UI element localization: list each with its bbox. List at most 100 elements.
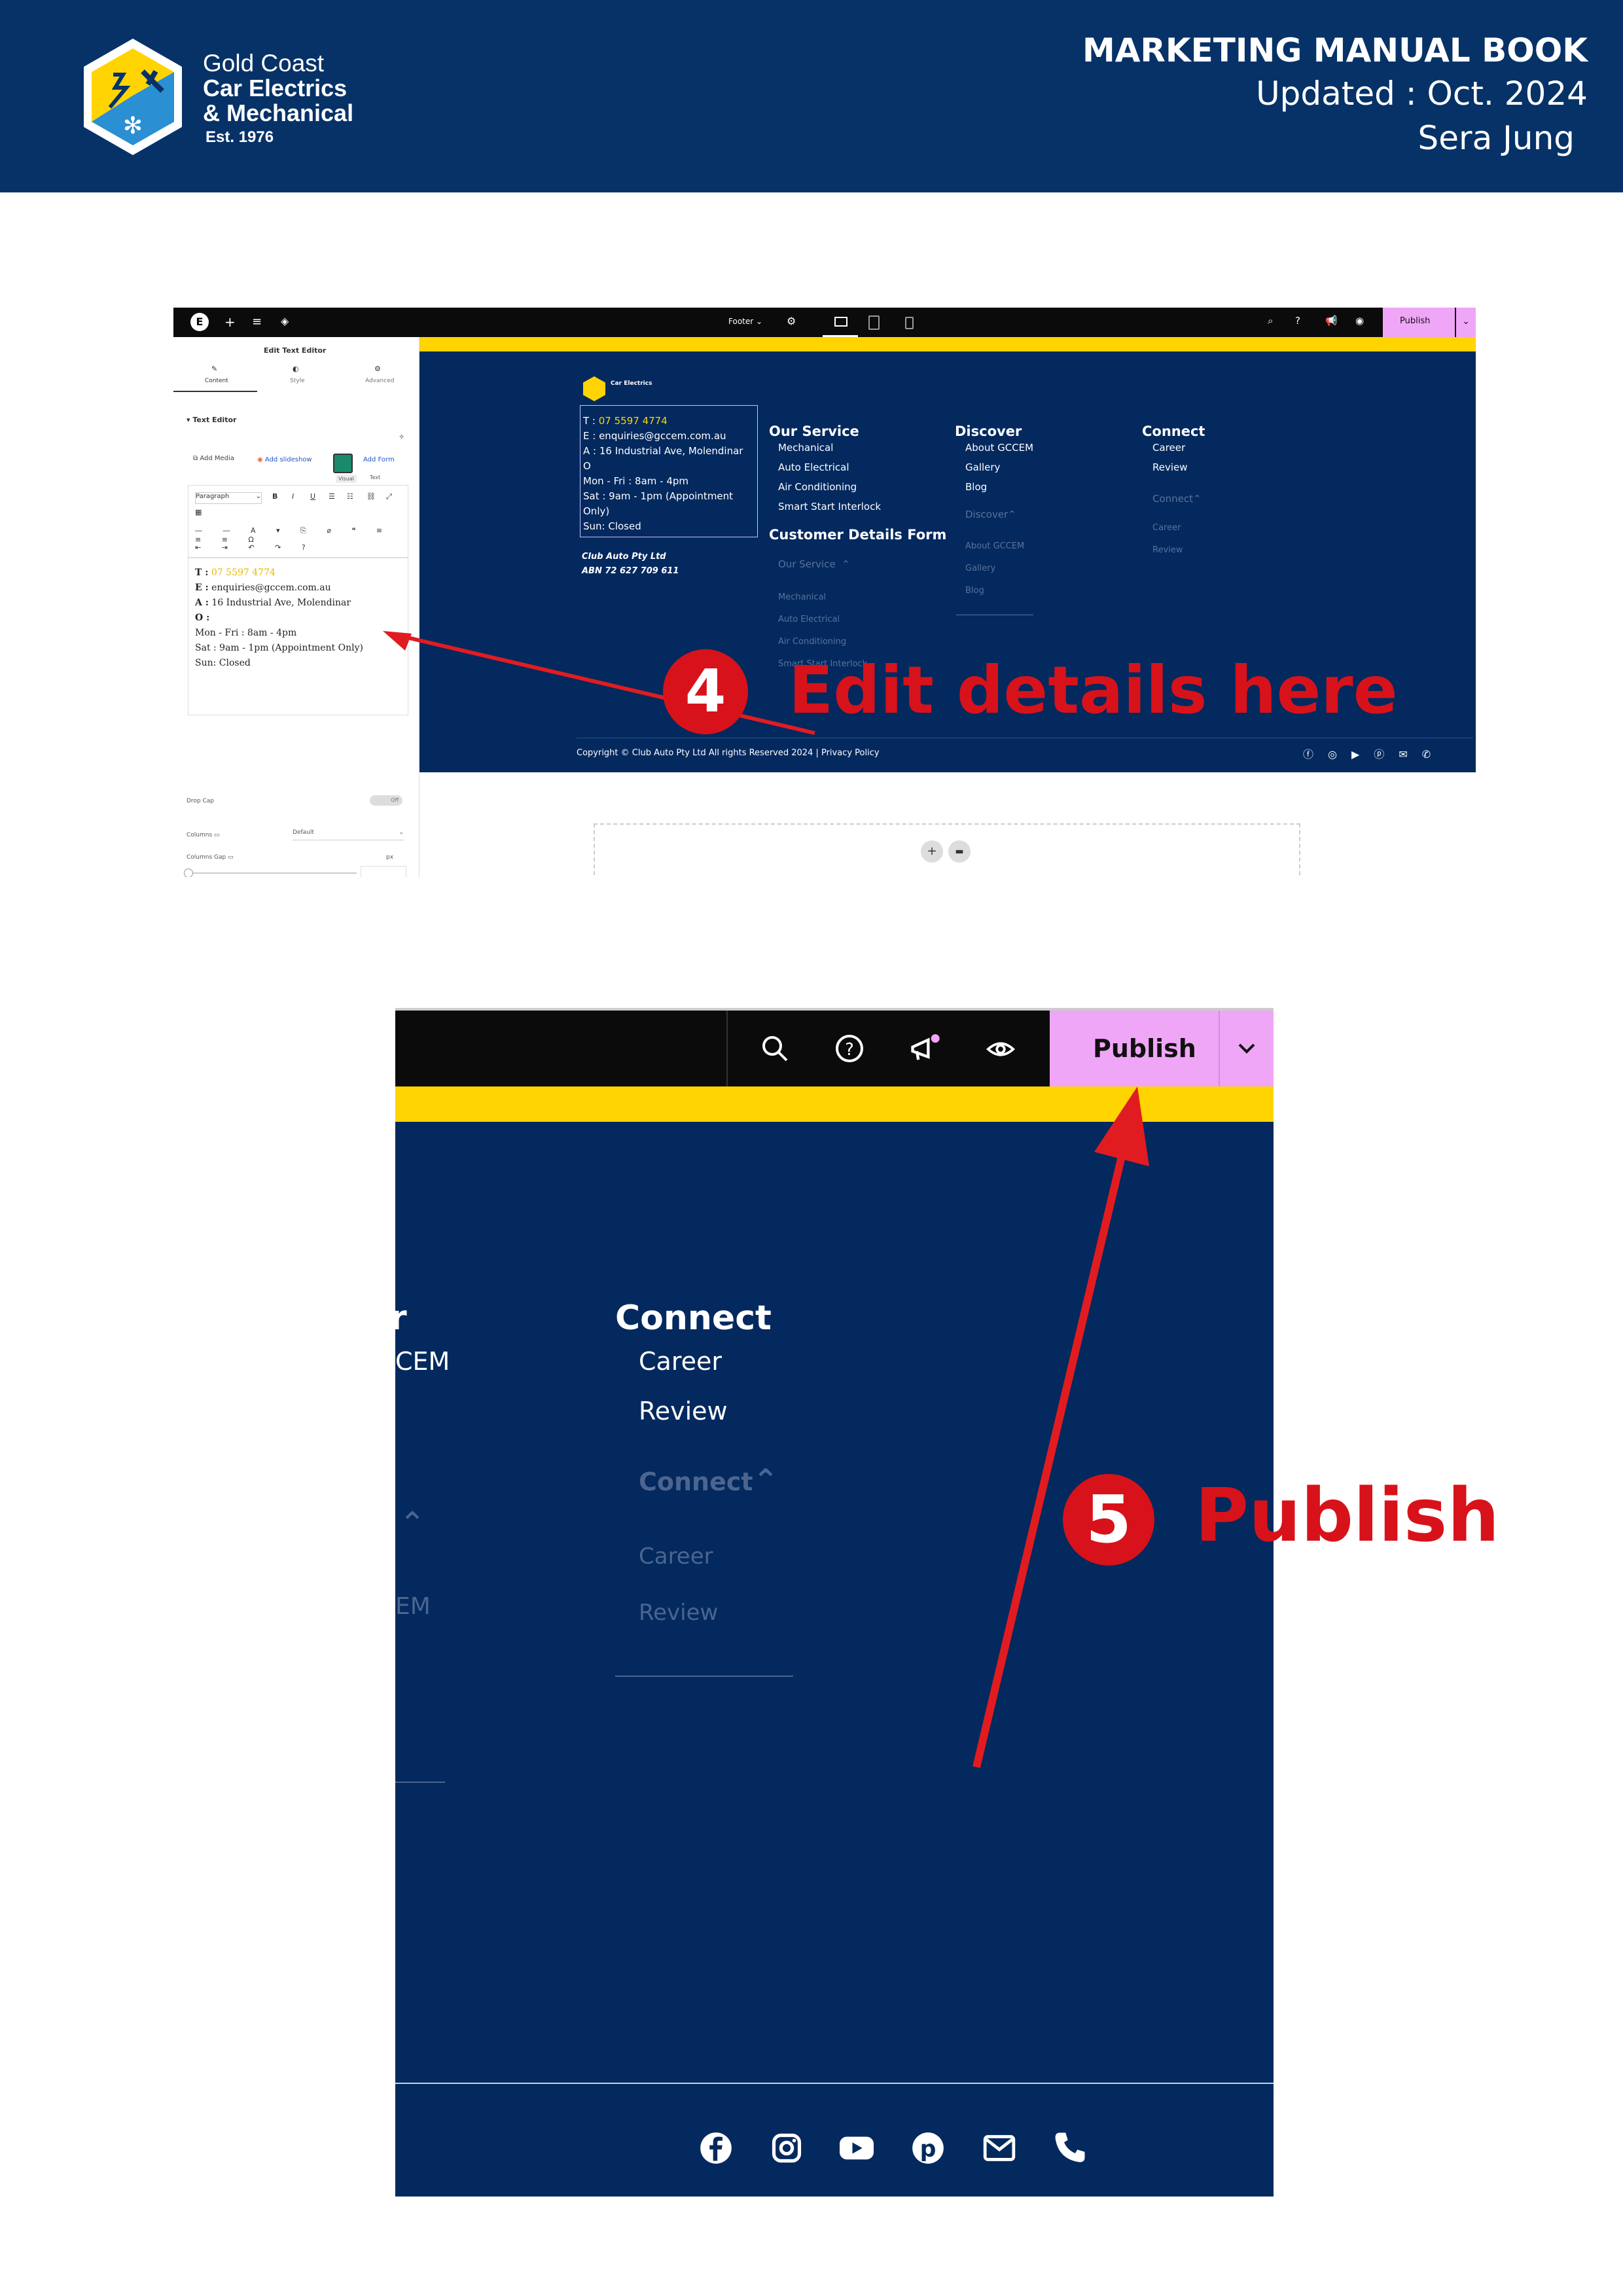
eye-icon[interactable] [984,1034,1017,1064]
our-service-link[interactable]: Auto Electrical [778,461,849,473]
drop-cap-toggle[interactable]: Off [370,795,402,806]
folder-icon[interactable]: ▬ [948,840,971,863]
megaphone-icon[interactable] [908,1033,942,1067]
social-icons-row: ⓕ◎▶ⓟ✉✆ [1303,745,1445,761]
contact-email: E : enquiries@gccem.com.au [583,429,757,444]
format-select[interactable]: Paragraph ⌄ [195,492,262,504]
elementor-logo-icon[interactable]: E [190,313,209,331]
grammarly-icon[interactable] [333,454,353,473]
text-tab[interactable]: Text [370,475,380,480]
link-icon[interactable]: ⛓ [366,492,376,501]
connect-link-review[interactable]: Review [639,1397,728,1426]
instagram-icon[interactable]: ◎ [1328,748,1351,761]
contact-address: A : 16 Industrial Ave, Molendinar [583,444,757,459]
empty-section-dropzone[interactable]: + ▬ [594,823,1300,877]
phone-icon[interactable]: ✆ [1422,748,1445,761]
facebook-icon[interactable] [699,2131,733,2165]
fullscreen-icon[interactable]: ⤢ [386,492,392,501]
our-service-link[interactable]: Air Conditioning [778,481,857,493]
discover-dim-link[interactable]: Blog [965,586,984,596]
mail-icon[interactable]: ✉ [1399,748,1421,761]
connect-collapsed[interactable]: Connect⌃ [639,1462,778,1498]
ai-icon[interactable]: ✧ [399,433,404,441]
pinterest-icon[interactable]: ⓟ [1374,748,1399,761]
section-text-editor[interactable]: ▾ Text Editor [187,416,236,424]
connect-dim-link[interactable]: Career [1152,523,1181,533]
youtube-icon[interactable] [838,2131,876,2165]
search-icon[interactable]: ⌕ [1268,315,1273,327]
pinterest-icon[interactable]: p [911,2131,945,2165]
add-icon[interactable]: + [224,314,236,330]
annotation-text-5: Publish [1195,1473,1500,1558]
toolbar-row2-icons[interactable]: ― ― A ▾ ⎘ ⌀ ❝ ≡ ≡ ≡ Ω [195,526,408,544]
slider-handle[interactable] [184,869,193,877]
visual-tab[interactable]: Visual [336,475,357,483]
phone-icon[interactable] [1052,2130,1088,2165]
connect-dim-career[interactable]: Career [639,1543,713,1570]
our-service-link[interactable]: Mechanical [778,442,833,454]
our-service-collapsed[interactable]: Our Service ⌃ [778,558,850,570]
mobile-view-icon[interactable] [905,317,914,329]
connect-collapsed[interactable]: Connect⌃ [1152,493,1202,505]
help-icon[interactable]: ? [1295,315,1300,327]
copyright-text[interactable]: Copyright © Club Auto Pty Ltd All rights… [577,748,880,758]
desktop-view-icon[interactable] [823,308,858,337]
discover-link[interactable]: Gallery [965,461,1000,473]
our-service-link[interactable]: Smart Start Interlock [778,501,881,512]
youtube-icon[interactable]: ▶ [1351,748,1374,761]
layers-icon[interactable]: ◈ [281,315,289,327]
discover-collapsed[interactable]: Discover⌃ [965,509,1016,520]
customer-form-heading[interactable]: Customer Details Form [769,527,946,543]
tab-content[interactable]: ✎ Content [173,361,257,392]
tablet-view-icon[interactable] [868,315,880,330]
megaphone-icon[interactable]: 📢 [1325,315,1338,327]
add-form-button[interactable]: Add Form [363,456,395,463]
tab-style[interactable]: ◐ Style [257,361,339,391]
connect-dim-review[interactable]: Review [639,1600,718,1626]
company-name: Club Auto Pty Ltd [582,552,666,562]
facebook-icon[interactable]: ⓕ [1303,748,1328,761]
discover-dim-link[interactable]: About GCCEM [965,541,1024,551]
add-slideshow-button[interactable]: ◉ Add slideshow [257,456,312,463]
bullet-list-icon[interactable]: ☰ [329,492,335,501]
instagram-icon[interactable] [770,2131,804,2165]
our-service-dim-link[interactable]: Mechanical [778,592,826,602]
mail-icon[interactable] [982,2132,1017,2164]
discover-link[interactable]: Blog [965,481,987,493]
discover-link[interactable]: About GCCEM [965,442,1033,454]
numbered-list-icon[interactable]: ☷ [347,492,353,501]
toolbar-row3-icons[interactable]: ⇤ ⇥ ↶ ↷ ? [195,543,315,552]
eye-icon[interactable]: ◉ [1355,315,1364,327]
settings-sliders-icon[interactable]: ≡ [252,315,262,329]
add-section-icon[interactable]: + [921,840,943,863]
columns-select[interactable]: Default ⌄ [293,829,404,840]
connect-link[interactable]: Review [1152,461,1188,473]
publish-options-chevron-down-icon[interactable]: ⌄ [1456,308,1476,337]
connect-link[interactable]: Career [1152,442,1185,454]
discover-dim-link[interactable]: Gallery [965,564,995,573]
contact-text-widget[interactable]: T : 07 5597 4774 E : enquiries@gccem.com… [580,405,758,537]
add-media-button[interactable]: ⧉ Add Media [193,455,234,462]
annotation-number-4: 4 [663,649,748,734]
footer-template-select[interactable]: Footer ⌄ [728,317,762,326]
logo-line2: Car Electrics [203,75,348,101]
gear-icon[interactable]: ⚙ [787,315,796,327]
publish-button[interactable]: Publish [1383,308,1455,337]
gear-icon: ⚙ [374,365,381,373]
bold-icon[interactable]: B [272,492,277,501]
footer-logo: Car Electrics [583,374,662,406]
tab-advanced[interactable]: ⚙ Advanced [339,361,419,391]
connect-dim-link[interactable]: Review [1152,545,1183,555]
underline-icon[interactable]: U [310,492,315,501]
connect-link-career[interactable]: Career [639,1347,722,1376]
help-icon[interactable]: ? [834,1033,865,1064]
partial-divider [395,1782,445,1783]
search-icon[interactable] [759,1033,791,1064]
chevron-down-icon[interactable] [1220,1011,1274,1086]
columns-gap-unit[interactable]: px [386,854,393,861]
editor-line-weekday: Mon - Fri : 8am - 4pm [195,628,297,638]
italic-icon[interactable]: I [292,492,294,501]
columns-gap-input[interactable] [361,866,406,877]
columns-gap-slider[interactable] [184,869,357,877]
table-icon[interactable]: ▦ [195,508,202,516]
